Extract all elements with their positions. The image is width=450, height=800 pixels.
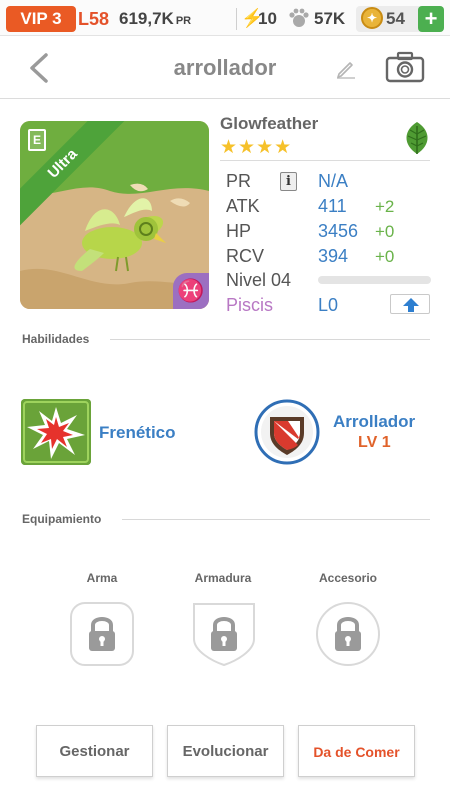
player-level: L58 <box>78 9 110 29</box>
skill-name[interactable]: Frenético <box>99 423 176 443</box>
coin-icon: ✦ <box>361 7 383 29</box>
trait-name[interactable]: Arrollador <box>333 412 415 432</box>
edit-pencil-icon[interactable] <box>335 57 357 79</box>
vip-badge[interactable]: VIP 3 <box>6 6 76 32</box>
level-progress-bar <box>318 276 431 284</box>
armor-slot-lock-icon[interactable] <box>191 601 257 667</box>
slot-label-armor: Armadura <box>194 571 252 585</box>
stat-label-pr: PR <box>226 171 252 191</box>
pet-portrait[interactable]: Ultra E ♓ <box>20 121 209 309</box>
stat-value-hp: 3456 <box>318 221 359 241</box>
weapon-slot-lock-icon[interactable] <box>69 601 135 667</box>
stat-increment-hp: +0 <box>375 222 395 241</box>
divider <box>122 519 430 520</box>
zodiac-level: L0 <box>318 295 339 315</box>
power-rating: 619,7K PR <box>119 6 191 34</box>
pet-name: Glowfeather <box>220 114 319 133</box>
manage-button[interactable]: Gestionar <box>36 725 153 777</box>
stat-value-rcv: 394 <box>318 246 349 266</box>
slot-label-accessory: Accesorio <box>318 571 378 585</box>
add-coins-button[interactable]: + <box>418 6 444 32</box>
back-chevron-icon[interactable] <box>26 53 52 83</box>
slot-label-weapon: Arma <box>86 571 118 585</box>
stat-value-pr: N/A <box>318 171 349 191</box>
divider <box>110 339 430 340</box>
accessory-slot-lock-icon[interactable] <box>315 601 381 667</box>
divider <box>236 8 237 30</box>
zodiac-label: Piscis <box>226 295 274 315</box>
paw-icon <box>289 8 309 27</box>
stat-increment-rcv: +0 <box>375 247 395 266</box>
stat-label-atk: ATK <box>226 196 260 216</box>
info-icon[interactable]: i <box>280 172 297 191</box>
stat-label-rcv: RCV <box>226 246 265 266</box>
star-rating: ★★★★ <box>220 137 293 158</box>
energy-value: 10 <box>258 9 277 28</box>
camera-icon[interactable] <box>385 51 425 83</box>
stat-value-atk: 411 <box>318 196 347 216</box>
shield-trait-icon[interactable] <box>254 399 320 465</box>
power-rating-unit: PR <box>175 15 192 27</box>
arrow-up-icon <box>403 298 419 312</box>
feed-button[interactable]: Da de Comer <box>298 725 415 777</box>
equipment-section-title: Equipamiento <box>22 512 102 526</box>
page-header: arrollador <box>0 37 450 99</box>
zodiac-upgrade-button[interactable] <box>390 294 430 314</box>
coins-value: 54 <box>386 9 405 28</box>
stat-increment-atk: +2 <box>375 197 395 216</box>
top-status-bar: VIP 3 L58 619,7K PR ⚡ 10 57K ✦ 54 + <box>0 0 450 36</box>
evolve-button[interactable]: Evolucionar <box>167 725 284 777</box>
abilities-section-title: Habilidades <box>22 332 90 346</box>
leaf-icon <box>406 122 428 154</box>
page-title: arrollador <box>173 55 277 80</box>
divider <box>220 160 430 161</box>
stat-label-hp: HP <box>226 221 252 241</box>
skill-burst-icon[interactable] <box>21 399 91 465</box>
card-badge-icon: E <box>28 129 46 151</box>
pisces-icon: ♓ <box>173 273 209 309</box>
level-label: Nivel 04 <box>226 270 292 290</box>
pet-detail-screen: VIP 3 L58 619,7K PR ⚡ 10 57K ✦ 54 + arrol… <box>0 0 450 800</box>
power-rating-value: 619,7K <box>119 9 174 28</box>
trait-level: LV 1 <box>358 434 391 451</box>
food-value: 57K <box>314 9 346 28</box>
skill-burst-art <box>21 399 91 465</box>
